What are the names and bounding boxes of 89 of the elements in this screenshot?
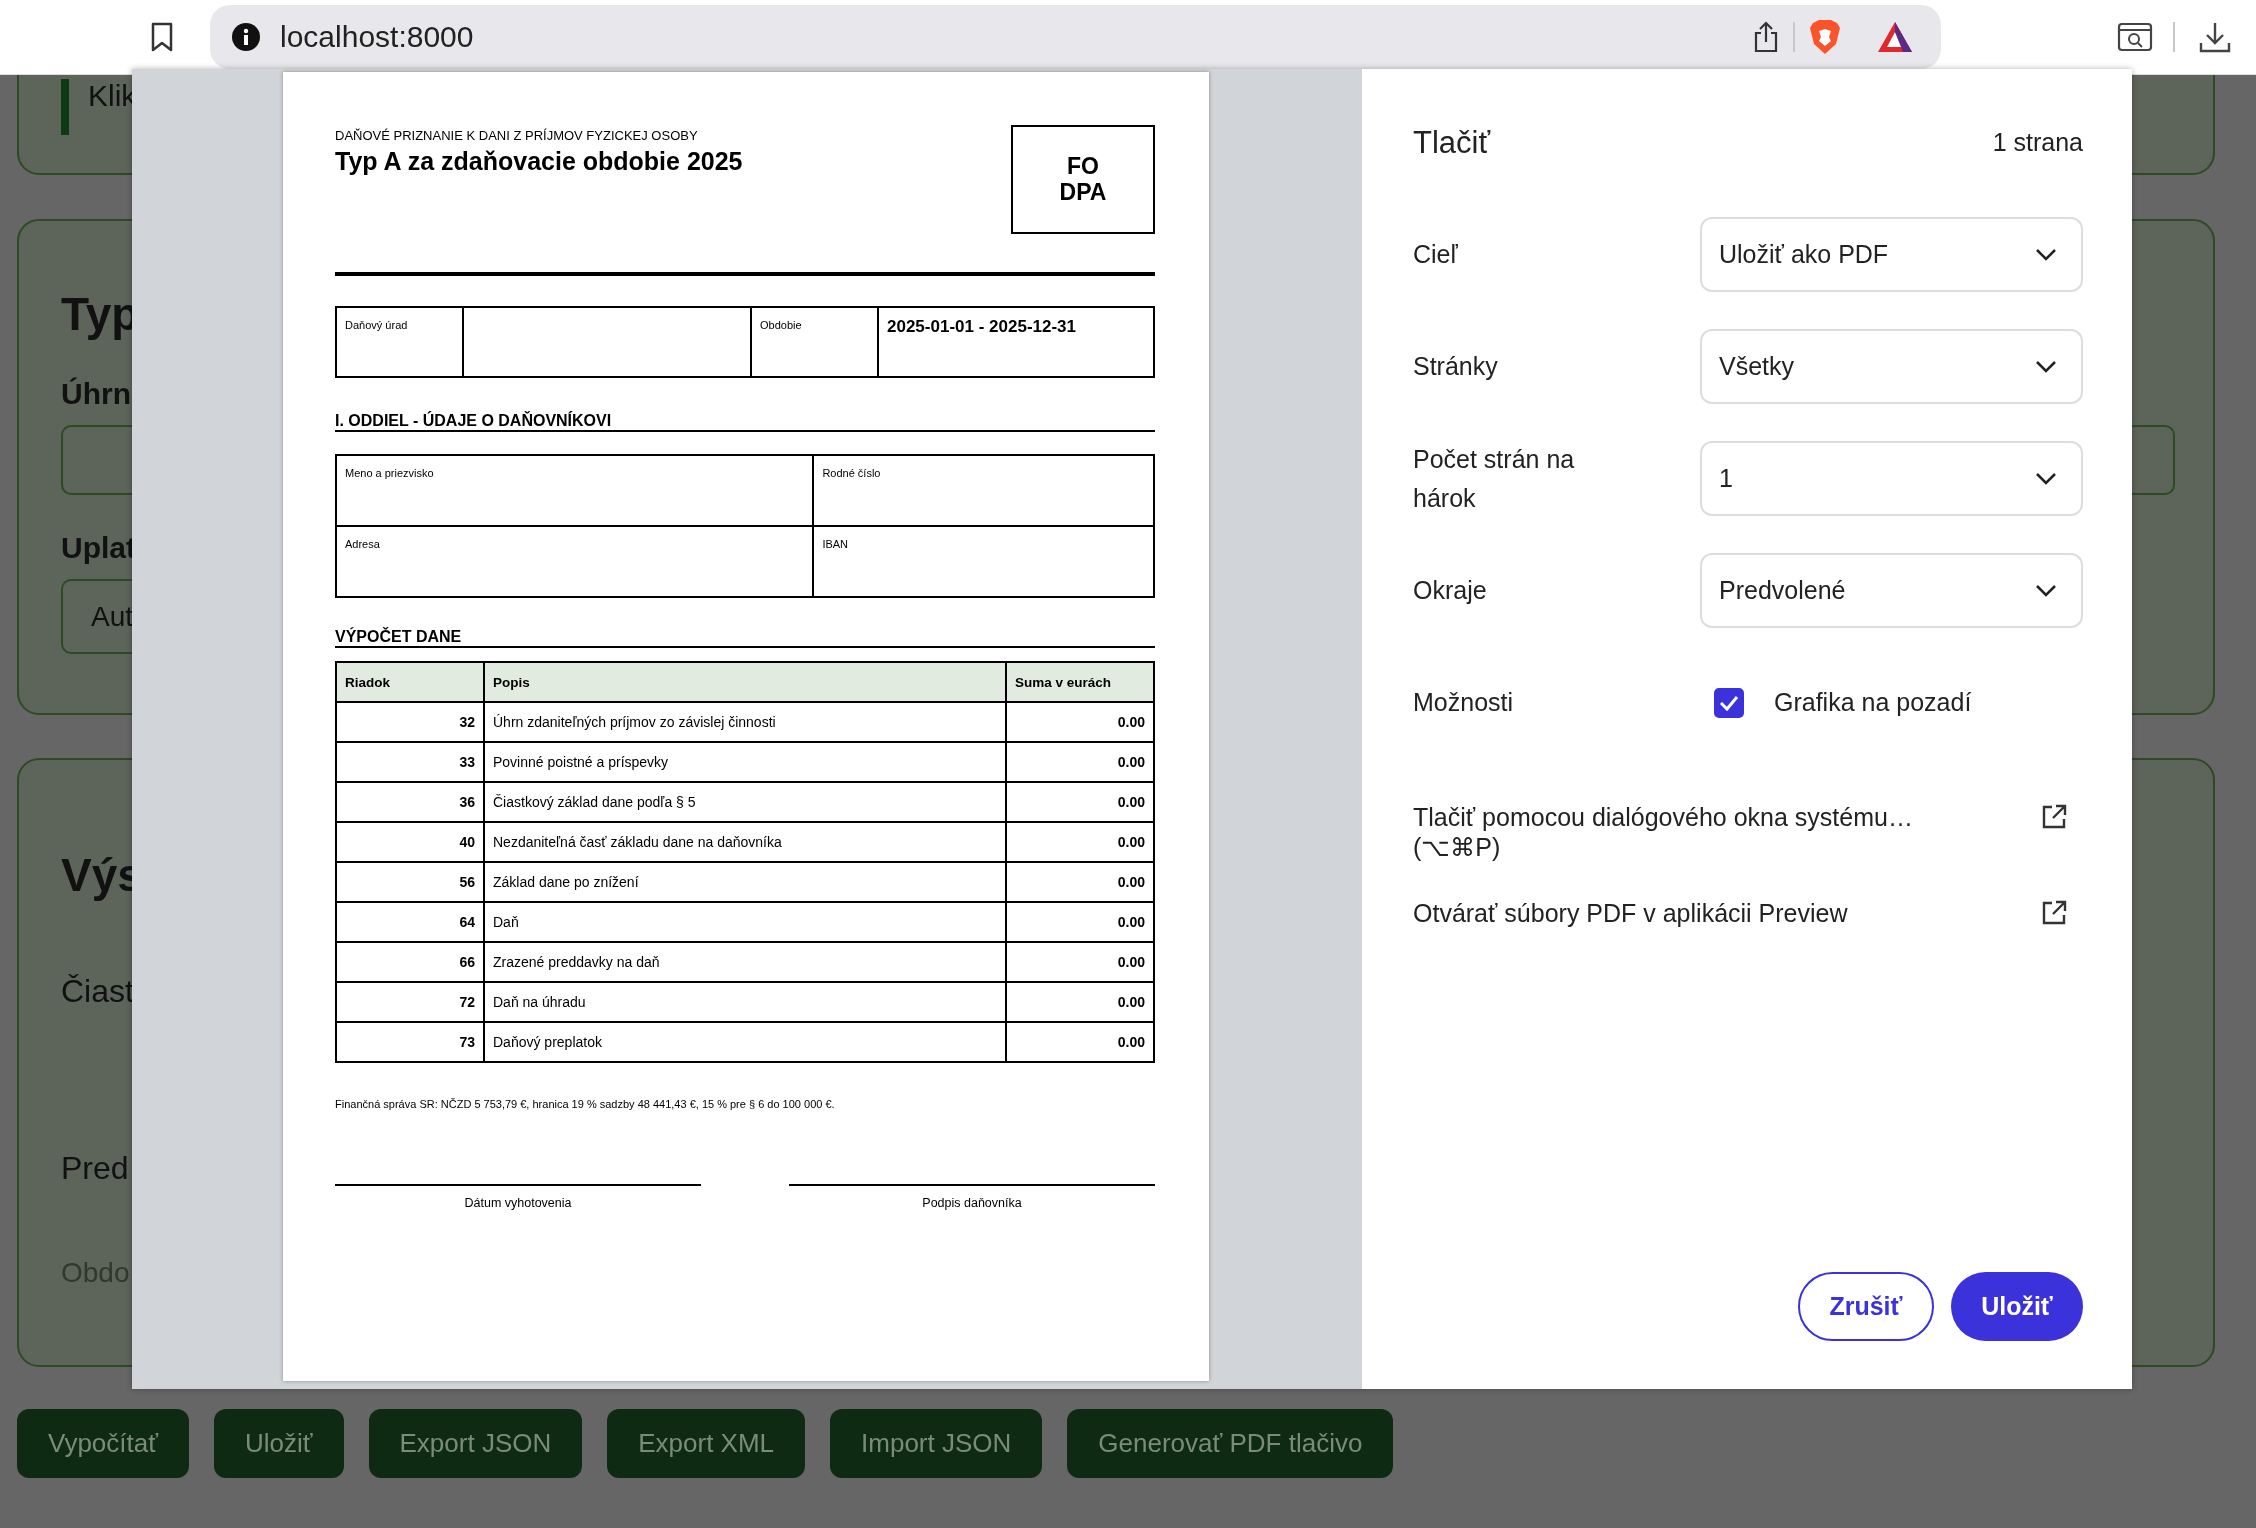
table-cell: Daň	[493, 914, 519, 930]
table-cell: 0.00	[1117, 874, 1145, 890]
action-button[interactable]: Import JSON	[830, 1409, 1043, 1478]
table-cell: 64	[459, 914, 475, 930]
setting-label: Cieľ	[1413, 240, 1458, 269]
column-header: Popis	[493, 674, 530, 690]
page-count: 1 strana	[1992, 128, 2083, 157]
table-cell: Úhrn zdaniteľných príjmov zo závislej činnosti	[493, 714, 776, 730]
setting-label: Okraje	[1413, 576, 1487, 605]
field-label: Daňový úrad	[345, 319, 408, 331]
setting-label: Možnosti	[1413, 688, 1514, 717]
checkbox[interactable]	[1714, 687, 1744, 718]
download-icon[interactable]	[2199, 21, 2231, 53]
field-label: Úhrn	[61, 377, 131, 411]
table-cell: 0.00	[1117, 714, 1145, 730]
chevron-down-icon	[2035, 471, 2057, 486]
column-header: Riadok	[345, 674, 390, 690]
table-cell: Zrazené preddavky na daň	[493, 954, 660, 970]
select-field[interactable]: Uložiť ako PDF	[1700, 217, 2083, 292]
column-header: Suma v eurách	[1015, 674, 1112, 690]
chevron-down-icon	[2035, 247, 2057, 262]
signature-label: Podpis daňovníka	[922, 1196, 1022, 1210]
address-bar[interactable]: localhost:8000	[210, 5, 1941, 69]
form-caption: DAŇOVÉ PRIZNANIE K DANI Z PRÍJMOV FYZICKEJ OSOBY	[335, 128, 699, 143]
external-link-icon[interactable]	[2041, 804, 2067, 830]
table-cell: Daňový preplatok	[493, 1034, 602, 1050]
bookmark-icon[interactable]	[150, 22, 174, 52]
signature-label: Dátum vyhotovenia	[464, 1196, 572, 1210]
action-button[interactable]: Export XML	[607, 1409, 806, 1478]
table-cell: 0.00	[1117, 994, 1145, 1010]
table-cell: 40	[459, 834, 475, 850]
url-text[interactable]: localhost:8000	[280, 20, 1753, 54]
check-icon	[1719, 694, 1739, 711]
save-button[interactable]: Uložiť	[1951, 1272, 2083, 1341]
table-cell: 0.00	[1117, 834, 1145, 850]
accent-bar	[61, 79, 69, 135]
page-search-icon[interactable]	[2117, 22, 2153, 52]
dialog-title: Tlačiť	[1413, 124, 1491, 161]
action-button[interactable]: Generovať PDF tlačivo	[1067, 1409, 1394, 1478]
form-code: FO DPA	[1011, 125, 1155, 234]
option-label[interactable]: Grafika na pozadí	[1774, 688, 1972, 717]
table-cell: 36	[459, 794, 475, 810]
field-label: Rodné číslo	[822, 467, 881, 479]
select-field[interactable]: Predvolené	[1700, 553, 2083, 628]
table-cell: Nezdaniteľná časť základu dane na daňovníka	[493, 834, 782, 850]
select-field[interactable]: Všetky	[1700, 329, 2083, 404]
footnote-text: Finančná správa SR: NČZD 5 753,79 €, hranica 19 % sadzby 48 441,43 €, 15 % pre § 6 do 100 000 €.	[335, 1098, 835, 1110]
table-cell: 66	[459, 954, 475, 970]
field-value: 2025-01-01 - 2025-12-31	[887, 317, 1077, 337]
table-cell: Čiastkový základ dane podľa § 5	[493, 794, 696, 810]
table-cell: 0.00	[1117, 1034, 1145, 1050]
setting-label: Stránky	[1413, 352, 1498, 381]
table-cell: 0.00	[1117, 754, 1145, 770]
result-label: Čiast	[61, 973, 134, 1010]
action-button[interactable]: Vypočítať	[17, 1409, 189, 1478]
table-cell: 73	[459, 1034, 475, 1050]
triangle-icon[interactable]	[1877, 21, 1913, 53]
dialog-link[interactable]: Otvárať súbory PDF v aplikácii Preview	[1413, 898, 1973, 928]
info-icon[interactable]	[232, 23, 260, 51]
action-button[interactable]: Uložiť	[213, 1409, 344, 1478]
table-cell: 56	[459, 874, 475, 890]
field-label: Adresa	[345, 538, 380, 550]
select-field[interactable]: 1	[1700, 441, 2083, 516]
action-button[interactable]: Export JSON	[368, 1409, 583, 1478]
table-cell: 0.00	[1117, 794, 1145, 810]
chevron-down-icon	[2035, 583, 2057, 598]
dialog-link[interactable]: Tlačiť pomocou dialógového okna systému… (⌥⌘P)	[1413, 802, 1973, 862]
table-cell: 0.00	[1117, 954, 1145, 970]
result-label: Pred	[61, 1150, 129, 1187]
section-heading: I. ODDIEL - ÚDAJE O DAŇOVNÍKOVI	[335, 412, 612, 430]
share-icon[interactable]	[1753, 21, 1779, 53]
table-cell: Daň na úhradu	[493, 994, 586, 1010]
table-cell: 33	[459, 754, 475, 770]
form-title: Typ A za zdaňovacie obdobie 2025	[335, 147, 743, 176]
table-cell: Základ dane po znížení	[493, 874, 639, 890]
lion-shield-icon[interactable]	[1809, 19, 1841, 55]
cancel-button[interactable]: Zrušiť	[1798, 1272, 1934, 1341]
field-label: Obdobie	[760, 319, 802, 331]
setting-label: Počet strán na hárok	[1413, 444, 1575, 512]
table-cell: Povinné poistné a príspevky	[493, 754, 669, 770]
table-cell: 32	[459, 714, 475, 730]
chevron-down-icon	[2035, 359, 2057, 374]
field-label: IBAN	[822, 538, 849, 550]
section-heading: VÝPOČET DANE	[335, 628, 462, 646]
table-cell: 0.00	[1117, 914, 1145, 930]
external-link-icon[interactable]	[2041, 900, 2067, 926]
table-cell: 72	[459, 994, 475, 1010]
field-label: Uplat	[61, 531, 136, 565]
field-label: Meno a priezvisko	[345, 467, 434, 479]
